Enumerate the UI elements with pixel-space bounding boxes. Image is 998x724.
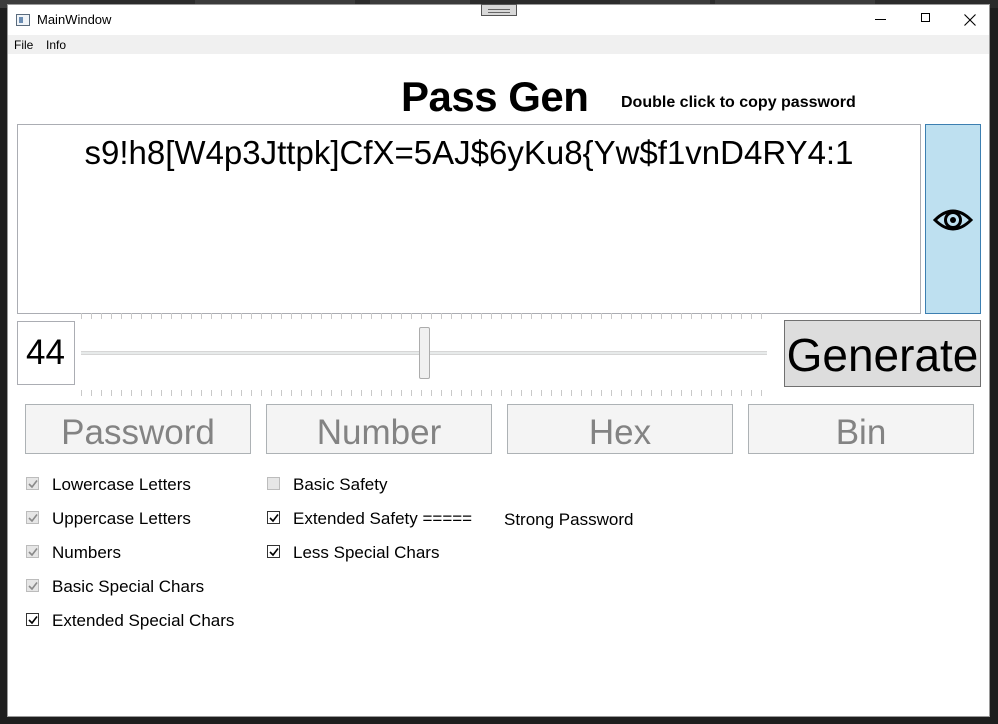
check-icon <box>28 548 38 557</box>
password-text[interactable]: s9!h8[W4p3Jttpk]CfX=5AJ$6yKu8{Yw$f1vnD4R… <box>18 134 920 172</box>
drag-handle[interactable] <box>481 4 517 16</box>
option-label: Extended Special Chars <box>52 611 235 630</box>
generate-button[interactable]: Generate <box>784 320 981 387</box>
check-icon <box>269 514 279 523</box>
background-editor <box>0 716 998 724</box>
app-icon <box>16 14 30 26</box>
option-label: Lowercase Letters <box>52 475 191 494</box>
length-display: 44 <box>17 321 75 385</box>
length-slider[interactable] <box>81 313 767 399</box>
option-label: Uppercase Letters <box>52 509 191 528</box>
mode-number-label: Number <box>316 413 442 452</box>
mode-bin-label: Bin <box>835 413 887 452</box>
checkbox-uppercase[interactable] <box>26 511 39 524</box>
toggle-visibility-button[interactable] <box>925 124 981 314</box>
option-label: Basic Safety <box>293 475 388 494</box>
option-label: Basic Special Chars <box>52 577 205 596</box>
eye-icon <box>933 209 973 231</box>
slider-thumb[interactable] <box>419 327 430 379</box>
strength-label: Strong Password <box>504 510 634 529</box>
check-icon <box>269 548 279 557</box>
slider-ticks-bottom <box>81 390 767 396</box>
checkbox-numbers[interactable] <box>26 545 39 558</box>
generate-label: Generate <box>786 329 979 381</box>
check-icon <box>28 616 38 625</box>
checkbox-extended-safety[interactable] <box>267 511 280 524</box>
window-title: MainWindow <box>37 12 112 27</box>
option-label: Less Special Chars <box>293 543 440 562</box>
mode-number-button[interactable]: Number <box>266 404 492 454</box>
check-icon <box>28 514 38 523</box>
app-heading: Pass Gen <box>401 73 589 120</box>
mode-password-label: Password <box>61 413 215 452</box>
option-label: Numbers <box>52 543 121 562</box>
mode-bin-button[interactable]: Bin <box>748 404 974 454</box>
menu-file[interactable]: File <box>14 38 33 52</box>
option-label: Extended Safety ===== <box>293 509 473 528</box>
minimize-button[interactable] <box>858 5 904 35</box>
checkbox-less-special[interactable] <box>267 545 280 558</box>
close-icon <box>964 14 976 26</box>
maximize-button[interactable] <box>903 5 949 35</box>
mode-hex-button[interactable]: Hex <box>507 404 733 454</box>
check-icon <box>28 582 38 591</box>
password-display[interactable]: s9!h8[W4p3Jttpk]CfX=5AJ$6yKu8{Yw$f1vnD4R… <box>17 124 921 314</box>
menu-info[interactable]: Info <box>46 38 66 52</box>
length-value: 44 <box>26 333 65 372</box>
checkbox-basic-special[interactable] <box>26 579 39 592</box>
checkbox-basic-safety[interactable] <box>267 477 280 490</box>
mode-hex-label: Hex <box>588 413 652 452</box>
copy-hint: Double click to copy password <box>621 94 856 111</box>
main-window: MainWindow File Info Pass Gen Double cli… <box>7 4 990 717</box>
menu-bar: File Info <box>8 35 989 54</box>
checkbox-extended-special[interactable] <box>26 613 39 626</box>
check-icon <box>28 480 38 489</box>
close-button[interactable] <box>947 5 993 35</box>
slider-ticks-top <box>81 313 767 319</box>
content-area: Pass Gen Double click to copy password s… <box>8 54 989 716</box>
mode-password-button[interactable]: Password <box>25 404 251 454</box>
checkbox-lowercase[interactable] <box>26 477 39 490</box>
